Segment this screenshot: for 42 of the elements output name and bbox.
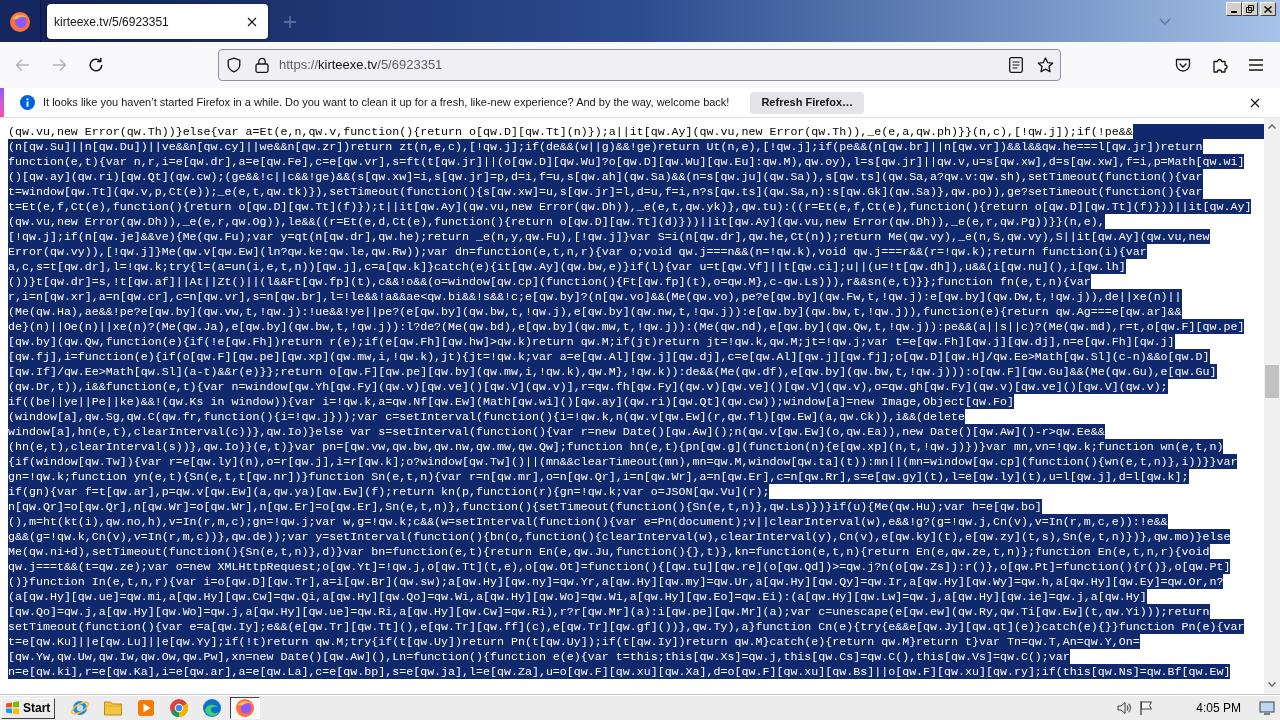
- flag-icon[interactable]: [1138, 700, 1155, 716]
- pouch-icon: [1175, 57, 1191, 73]
- reload-icon: [88, 57, 104, 73]
- browser-tab[interactable]: kirteexe.tv/5/6923351: [47, 4, 268, 39]
- restore-icon: [1246, 5, 1254, 13]
- taskbar-button[interactable]: [230, 697, 260, 719]
- speaker-icon[interactable]: [1116, 700, 1133, 716]
- swirl-icon: [202, 698, 222, 718]
- minimize-icon: [1231, 11, 1237, 13]
- scrollbar[interactable]: [1264, 118, 1280, 695]
- minimize-button[interactable]: [1226, 2, 1242, 16]
- close-icon: [247, 16, 257, 27]
- plus-icon: [283, 15, 297, 29]
- refresh-button[interactable]: Refresh Firefox…: [750, 91, 865, 114]
- monitor-icon[interactable]: [1259, 701, 1275, 715]
- start-button[interactable]: Start: [1, 697, 55, 719]
- clock-time: 4:05 PM: [1196, 700, 1241, 717]
- chevron-down-icon: [1159, 17, 1171, 25]
- info-icon: [20, 95, 35, 110]
- browser-logo-icon: [235, 698, 255, 718]
- globe-orbit-icon: [70, 698, 90, 718]
- puzzle-icon: [1212, 57, 1228, 73]
- lock-icon[interactable]: [255, 57, 269, 73]
- shield-icon[interactable]: [226, 57, 242, 73]
- close-window-button[interactable]: [1260, 2, 1276, 16]
- close-icon: [1250, 97, 1260, 108]
- close-icon: [1264, 5, 1272, 13]
- bookmark-star-icon[interactable]: [1037, 57, 1054, 73]
- reader-view-icon[interactable]: [1009, 57, 1023, 73]
- windows-flag-icon: [5, 701, 20, 715]
- back-arrow-icon: [14, 57, 30, 73]
- menu-icon: [1249, 59, 1263, 71]
- forward-arrow-icon: [52, 57, 68, 73]
- restore-button[interactable]: [1242, 2, 1258, 16]
- url-text: https://kirteexe.tv/5/6923351: [279, 56, 443, 75]
- notification-accent-bar: [0, 88, 4, 117]
- browser-logo-icon[interactable]: [10, 12, 30, 32]
- code-line: (qw.vu,new Error(qw.Th))}else{var a=Et(e,n,qw.v,function(){return o[qw.D][qw.Tt](n)});a||it[qw.Ay](qw.vu,new Error(qw.Th)),_e(e,a,qw.ph)}}(n,c),[!qw.j]);if(!pe&&: [8, 124, 1133, 139]
- notification-message: It looks like you haven’t started Firefox in a while. Do you want to clean it up for a fresh, like-new experience? And by the way, welcome back!: [43, 95, 730, 111]
- scrollbar-thumb[interactable]: [1265, 365, 1279, 398]
- folder-icon: [103, 698, 123, 718]
- address-bar[interactable]: https://kirteexe.tv/5/6923351: [218, 49, 1061, 81]
